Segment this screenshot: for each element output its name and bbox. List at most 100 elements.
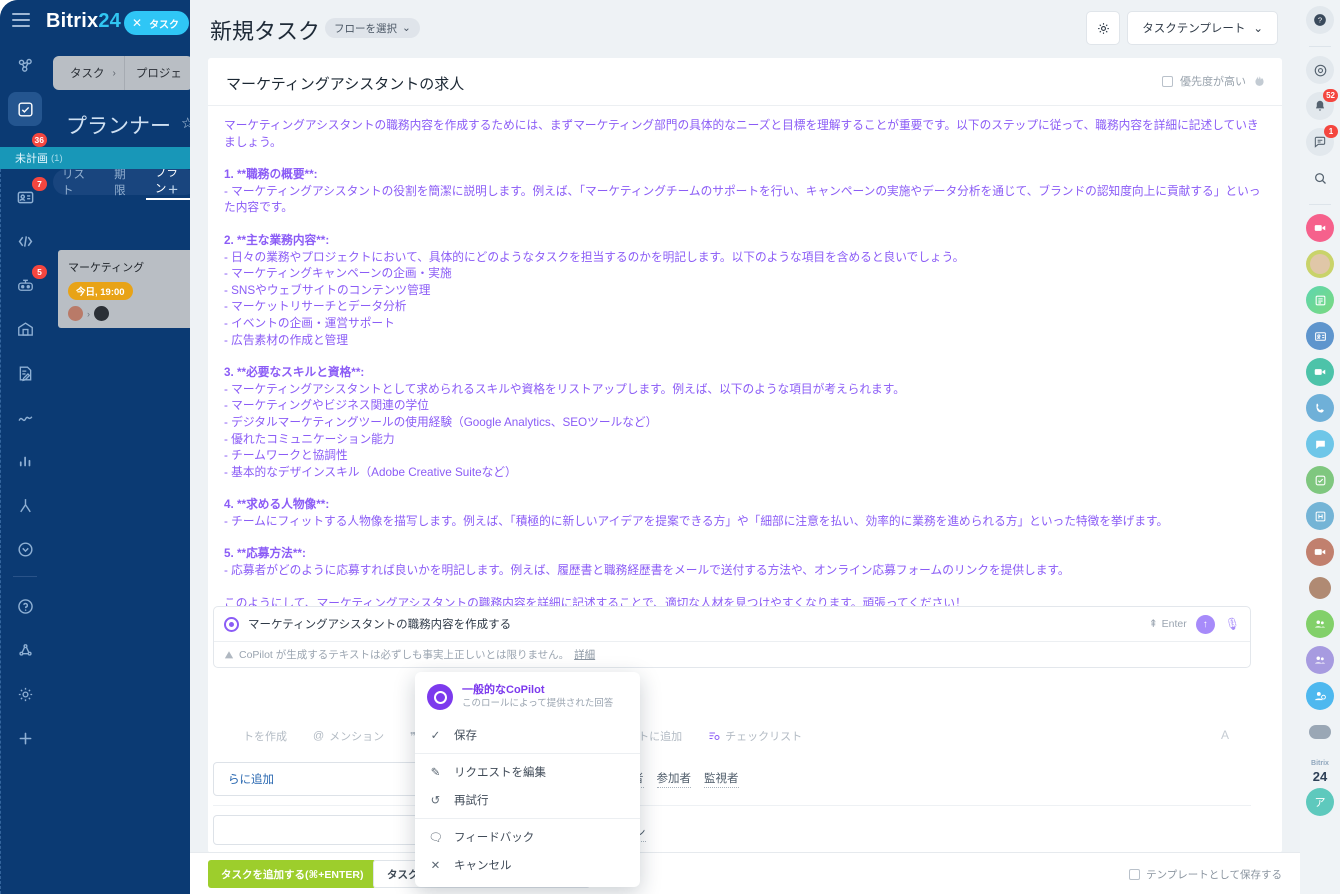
copilot-prompt-row[interactable]: マーケティングアシスタントの職務内容を作成する ⇞ Enter ↑ 🎙 xyxy=(214,607,1250,641)
tasks-shortcut-button[interactable] xyxy=(1306,466,1334,494)
video-camera-icon xyxy=(1313,545,1327,559)
badge-chat: 1 xyxy=(1324,125,1338,138)
app-root: Bitrix24 ✕ タスク xyxy=(0,0,1340,894)
call-button[interactable] xyxy=(1306,394,1334,422)
menu-item-cancel-label: キャンセル xyxy=(454,857,512,873)
copilot-generated-text: マーケティングアシスタントの職務内容を作成するためには、まずマーケティング部門の… xyxy=(224,118,1264,612)
save-template-label: テンプレートとして保存する xyxy=(1146,867,1282,882)
badge-notifications: 52 xyxy=(1323,89,1338,102)
section-line: - 基本的なデザインスキル（Adobe Creative Suiteなど） xyxy=(224,465,1264,482)
priority-checkbox[interactable] xyxy=(1162,76,1173,87)
menu-item-save[interactable]: ✓ 保存 xyxy=(415,721,640,749)
search-button[interactable] xyxy=(1306,164,1334,192)
close-icon: ✕ xyxy=(429,858,442,872)
menu-item-retry-label: 再試行 xyxy=(454,792,489,808)
copilot-button[interactable] xyxy=(1306,56,1334,84)
menu-item-feedback-label: フィードバック xyxy=(454,829,534,845)
phone-icon xyxy=(1314,402,1327,415)
task-tab-pill[interactable]: ✕ タスク xyxy=(124,11,189,35)
settings-button[interactable] xyxy=(1086,11,1120,45)
user-avatar[interactable] xyxy=(1306,250,1334,278)
brand-name: Bitrix xyxy=(46,10,98,32)
copilot-prompt-input[interactable]: マーケティングアシスタントの職務内容を作成する xyxy=(248,616,1149,632)
toolbar-item-ai-checklist[interactable]: チェックリスト xyxy=(708,728,802,744)
copilot-input-box[interactable]: マーケティングアシスタントの職務内容を作成する ⇞ Enter ↑ 🎙 CoPi… xyxy=(213,606,1251,668)
recording-button[interactable] xyxy=(1306,538,1334,566)
section-line: - マーケティングアシスタントの役割を簡潔に説明します。例えば、「マーケティング… xyxy=(224,184,1264,217)
plus-icon[interactable]: + xyxy=(168,180,178,200)
save-as-template-toggle[interactable]: テンプレートとして保存する xyxy=(1129,867,1282,882)
menu-item-retry[interactable]: ↺ 再試行 xyxy=(415,786,640,814)
spacer xyxy=(224,530,1264,546)
breadcrumb-item-projects[interactable]: プロジェ xyxy=(125,65,182,81)
bitrix24-logo[interactable]: Bitrix 24 xyxy=(1306,754,1334,780)
notifications-button[interactable]: 52 xyxy=(1306,92,1334,120)
brand-logo[interactable]: Bitrix24 xyxy=(46,10,121,33)
breadcrumb-arrow: › xyxy=(105,68,124,79)
font-format-icon[interactable]: A xyxy=(1221,728,1229,742)
chat-button[interactable]: 1 xyxy=(1306,128,1334,156)
priority-toggle[interactable]: 優先度が高い xyxy=(1162,73,1266,89)
add-contact-button[interactable] xyxy=(1306,682,1334,710)
knowledge-button[interactable] xyxy=(1306,502,1334,530)
group-avatars[interactable] xyxy=(1306,718,1334,746)
team-button[interactable] xyxy=(1306,646,1334,674)
section-line: - 優れたコミュニケーション能力 xyxy=(224,432,1264,449)
toolbar-item-create[interactable]: トを作成 xyxy=(243,728,287,744)
main-panel: 新規タスク フローを選択 ⌄ タスクテンプレート ⌄ マーケティングアシスタント… xyxy=(190,0,1300,894)
format-toolbar: トを作成 @ メンション ❞ 引用 チェックリスト チェックリストに追加 チェッ… xyxy=(213,718,1251,754)
bell-icon xyxy=(1313,99,1327,113)
sidebar-item-tasks[interactable] xyxy=(8,92,42,126)
add-task-row[interactable]: + xyxy=(0,172,190,208)
avatar-letter: ア xyxy=(1315,794,1326,810)
task-template-button[interactable]: タスクテンプレート ⌄ xyxy=(1127,11,1278,45)
news-button[interactable] xyxy=(1306,286,1334,314)
warning-icon xyxy=(224,650,234,660)
video-call-button[interactable] xyxy=(1306,214,1334,242)
messenger-button[interactable] xyxy=(1306,430,1334,458)
ai-checklist-icon xyxy=(708,730,720,742)
unplanned-header[interactable]: 未計画 (1) xyxy=(0,147,190,169)
contact-avatar[interactable] xyxy=(1306,574,1334,602)
section-line: - チームワークと協調性 xyxy=(224,448,1264,465)
section-line: - マーケティングやビジネス関連の学位 xyxy=(224,398,1264,415)
toolbar-item-ai-checklist-label: チェックリスト xyxy=(725,728,802,744)
mention-icon: @ xyxy=(313,730,324,742)
help-button[interactable]: ? xyxy=(1306,6,1334,34)
sidebar-topbar: Bitrix24 ✕ タスク xyxy=(0,0,190,44)
planner-task-card[interactable]: マーケティング 今日, 19:00 › xyxy=(58,250,190,328)
chevron-down-icon: ⌄ xyxy=(1253,21,1263,35)
menu-item-feedback[interactable]: 🗨 フィードバック xyxy=(415,823,640,851)
save-template-checkbox[interactable] xyxy=(1129,869,1140,880)
priority-label: 優先度が高い xyxy=(1180,73,1246,89)
disclaimer-link[interactable]: 詳細 xyxy=(574,647,595,662)
sidebar-item-collab[interactable] xyxy=(8,48,42,82)
menu-item-cancel[interactable]: ✕ キャンセル xyxy=(415,851,640,879)
group-icon xyxy=(1313,617,1327,631)
menu-item-edit-label: リクエストを編集 xyxy=(454,764,546,780)
link-participants[interactable]: 参加者 xyxy=(657,770,692,788)
breadcrumb[interactable]: タスク › プロジェ xyxy=(53,56,190,90)
microphone-icon[interactable]: 🎙 xyxy=(1225,617,1240,631)
task-card-avatars: › xyxy=(68,306,180,321)
breadcrumb-item-tasks[interactable]: タスク xyxy=(53,65,105,81)
user-initial-avatar[interactable]: ア xyxy=(1306,788,1334,816)
add-task-button[interactable]: タスクを追加する(⌘+ENTER) xyxy=(208,860,376,888)
close-icon[interactable]: ✕ xyxy=(132,16,142,30)
unplanned-label: 未計画 xyxy=(15,150,48,166)
menu-burger-icon[interactable] xyxy=(12,13,30,27)
video-camera-icon xyxy=(1313,365,1327,379)
flow-select[interactable]: フローを選択 ⌄ xyxy=(325,18,420,38)
task-template-label: タスクテンプレート xyxy=(1142,20,1245,36)
link-observers[interactable]: 監視者 xyxy=(704,770,739,788)
task-title-input[interactable]: マーケティングアシスタントの求人 xyxy=(226,73,464,94)
menu-item-edit-request[interactable]: ✎ リクエストを編集 xyxy=(415,758,640,786)
send-button[interactable]: ↑ xyxy=(1196,615,1215,634)
toolbar-item-mention[interactable]: @ メンション xyxy=(313,728,384,744)
section-line: - デジタルマーケティングツールの使用経験（Google Analytics、S… xyxy=(224,415,1264,432)
star-icon[interactable]: ☆ xyxy=(181,114,190,132)
group-button[interactable] xyxy=(1306,610,1334,638)
conference-button[interactable] xyxy=(1306,358,1334,386)
contacts-button[interactable] xyxy=(1306,322,1334,350)
disclaimer-text: CoPilot が生成するテキストは必ずしも事実上正しいとは限りません。 xyxy=(239,647,569,662)
